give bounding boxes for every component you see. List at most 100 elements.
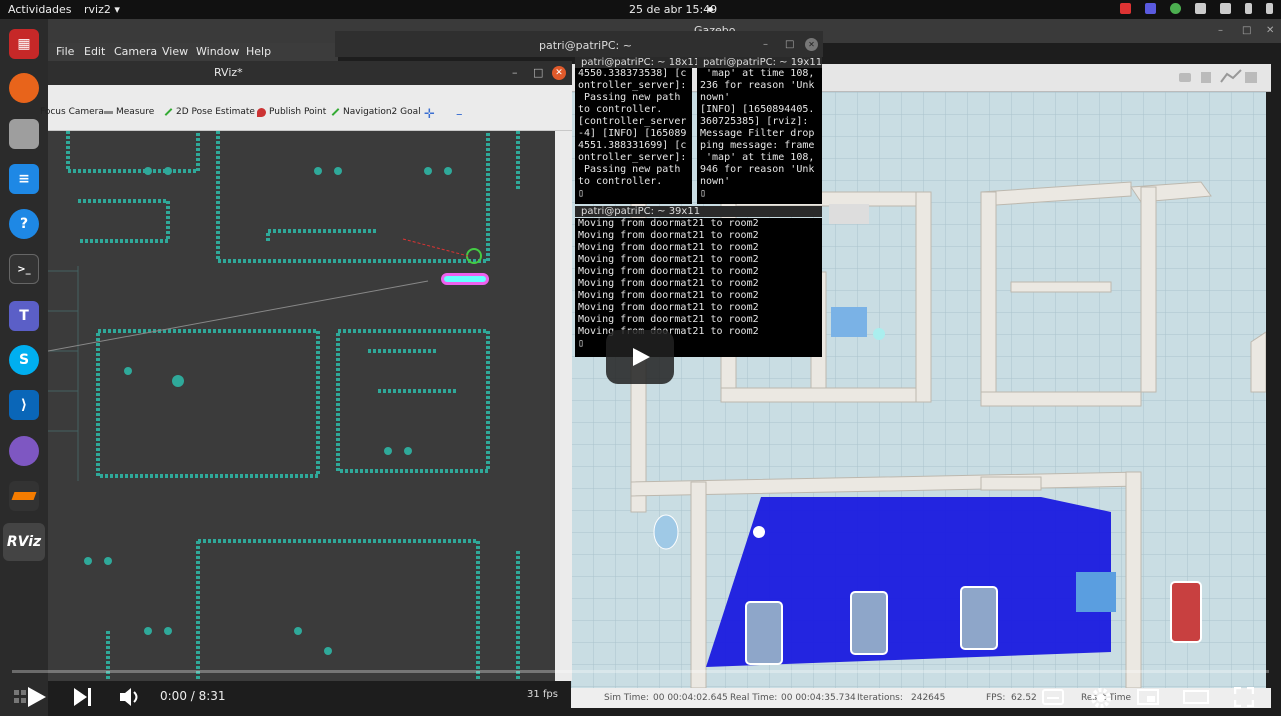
wall <box>1250 331 1266 393</box>
terminal-line: Message Filter drop <box>700 128 815 139</box>
minimize-icon[interactable]: – <box>763 39 768 50</box>
terminal-bottom-header[interactable]: patri@patriPC: ~ 39x11 <box>575 206 822 217</box>
iterations-label: Iterations: <box>857 693 903 703</box>
update-icon[interactable] <box>1170 3 1181 14</box>
close-icon[interactable]: ✕ <box>552 66 566 80</box>
menu-camera[interactable]: Camera <box>114 45 157 58</box>
gear-icon <box>1097 694 1105 702</box>
subtitles-button[interactable] <box>1042 689 1064 709</box>
fullscreen-button[interactable] <box>1233 686 1255 711</box>
terminal-left-header[interactable]: patri@patriPC: ~ 18x11 <box>575 57 700 68</box>
terminal-line: [controller_server <box>578 116 687 127</box>
power-menu-icon[interactable] <box>1266 3 1273 14</box>
minus-icon: – <box>456 107 463 122</box>
cabinet <box>1076 572 1116 612</box>
teams-icon[interactable]: T <box>9 301 39 331</box>
terminal-left[interactable]: 4550.338373538] [c ontroller_server]: Pas… <box>575 68 692 204</box>
wall <box>720 387 932 403</box>
terminal-titlebar[interactable]: patri@patriPC: ~ – □ ✕ <box>335 31 823 57</box>
vscode-icon[interactable]: ⟩ <box>9 390 39 420</box>
sim-time-label: Sim Time: <box>604 693 649 703</box>
volume-icon <box>133 691 138 703</box>
wall <box>1140 186 1157 393</box>
menu-window[interactable]: Window <box>196 45 239 58</box>
theater-button[interactable] <box>1183 689 1209 709</box>
maximize-icon[interactable]: □ <box>785 39 794 50</box>
menu-help[interactable]: Help <box>246 45 271 58</box>
menu-file[interactable]: File <box>56 45 74 58</box>
rviz-icon[interactable]: RViz <box>3 523 45 561</box>
log-icon <box>1201 72 1211 83</box>
remove-tool-button[interactable]: – <box>456 107 463 122</box>
terminal-line: 4551.388331699] [c <box>578 140 687 151</box>
maximize-icon[interactable]: □ <box>1242 25 1251 36</box>
rviz-side-panel-handle[interactable] <box>555 131 572 681</box>
terminal-line: 'map' at time 108, <box>700 68 815 79</box>
menu-view[interactable]: View <box>162 45 188 58</box>
measure-tool[interactable]: Measure <box>104 107 154 117</box>
terminal-line: Moving from doormat21 to room2 <box>578 290 759 301</box>
volume-button[interactable] <box>120 687 142 711</box>
help-icon[interactable]: ? <box>9 209 39 239</box>
play-button[interactable] <box>28 686 46 712</box>
real-time-label: Real Time: <box>730 693 778 703</box>
files-icon[interactable] <box>9 119 39 149</box>
sim-time: 00 00:04:02.645 <box>653 693 728 703</box>
network-icon[interactable] <box>9 436 39 466</box>
pose-estimate-tool[interactable]: 2D Pose Estimate <box>164 107 255 117</box>
video-icon <box>1245 72 1257 83</box>
clock[interactable]: 25 de abr 15:49 <box>629 3 717 16</box>
terminal-line: ontroller_server]: <box>578 152 687 163</box>
recording-icon[interactable] <box>1120 3 1131 14</box>
terminal-right[interactable]: 'map' at time 108, 236 for reason 'Unk now… <box>697 68 822 204</box>
terminal-line: -4] [INFO] [165089 <box>578 128 687 139</box>
wall <box>980 476 1042 491</box>
robot <box>873 328 885 340</box>
nav-goal-tool[interactable]: Navigation2 Goal <box>331 107 421 117</box>
terminal-right-header[interactable]: patri@patriPC: ~ 19x11 <box>697 57 822 68</box>
next-button[interactable] <box>74 688 92 710</box>
wall <box>980 191 997 403</box>
add-tool-button[interactable]: ✛ <box>424 107 435 122</box>
minimize-icon[interactable]: – <box>512 66 518 79</box>
system-tray[interactable] <box>1120 3 1273 14</box>
teams-tray-icon[interactable] <box>1145 3 1156 14</box>
screen-recording: Actividades rviz2 ▾ 25 de abr 15:49 ▦ ≡ … <box>0 0 1281 716</box>
wall <box>690 481 707 688</box>
terminal-line: nown' <box>700 176 731 187</box>
progress-bar[interactable] <box>12 670 1269 673</box>
maximize-icon[interactable]: □ <box>533 66 543 79</box>
terminal-line: 'map' at time 108, <box>700 152 815 163</box>
close-icon[interactable]: ✕ <box>805 38 818 51</box>
big-play-button[interactable] <box>606 330 674 384</box>
rviz-map-view[interactable] <box>48 131 555 681</box>
focus-camera-tool[interactable]: Focus Camera <box>40 107 104 117</box>
video-time: 0:00 / 8:31 <box>160 689 226 703</box>
wifi-icon[interactable] <box>1195 3 1206 14</box>
layers-icon[interactable] <box>9 481 39 511</box>
firefox-icon[interactable] <box>9 73 39 103</box>
focus-camera-label: Focus Camera <box>40 107 104 117</box>
publish-point-tool[interactable]: Publish Point <box>257 107 326 117</box>
settings-button[interactable] <box>1090 687 1112 713</box>
terminal-icon[interactable]: >_ <box>9 254 39 284</box>
app-menu[interactable]: rviz2 ▾ <box>84 3 120 16</box>
ros-icon[interactable]: ▦ <box>9 29 39 59</box>
minimize-icon[interactable]: – <box>1218 25 1223 36</box>
terminal-line: Moving from doormat21 to room2 <box>578 302 759 313</box>
rviz-titlebar[interactable]: RViz* – □ ✕ <box>48 61 572 85</box>
terminal-line: Moving from doormat21 to room2 <box>578 314 759 325</box>
terminal-line: ▯ <box>700 188 707 199</box>
fps-label: FPS: <box>986 693 1006 703</box>
menu-edit[interactable]: Edit <box>84 45 105 58</box>
terminal-bottom-title: patri@patriPC: ~ 39x11 <box>581 206 701 217</box>
skype-icon[interactable]: S <box>9 345 39 375</box>
theater-icon <box>1183 690 1209 704</box>
activities-button[interactable]: Actividades <box>8 3 72 16</box>
volume-icon[interactable] <box>1220 3 1231 14</box>
writer-icon[interactable]: ≡ <box>9 164 39 194</box>
battery-icon[interactable] <box>1245 3 1252 14</box>
close-icon[interactable]: ✕ <box>1266 25 1274 36</box>
miniplayer-button[interactable] <box>1137 689 1159 709</box>
chapters-icon[interactable] <box>14 688 28 706</box>
